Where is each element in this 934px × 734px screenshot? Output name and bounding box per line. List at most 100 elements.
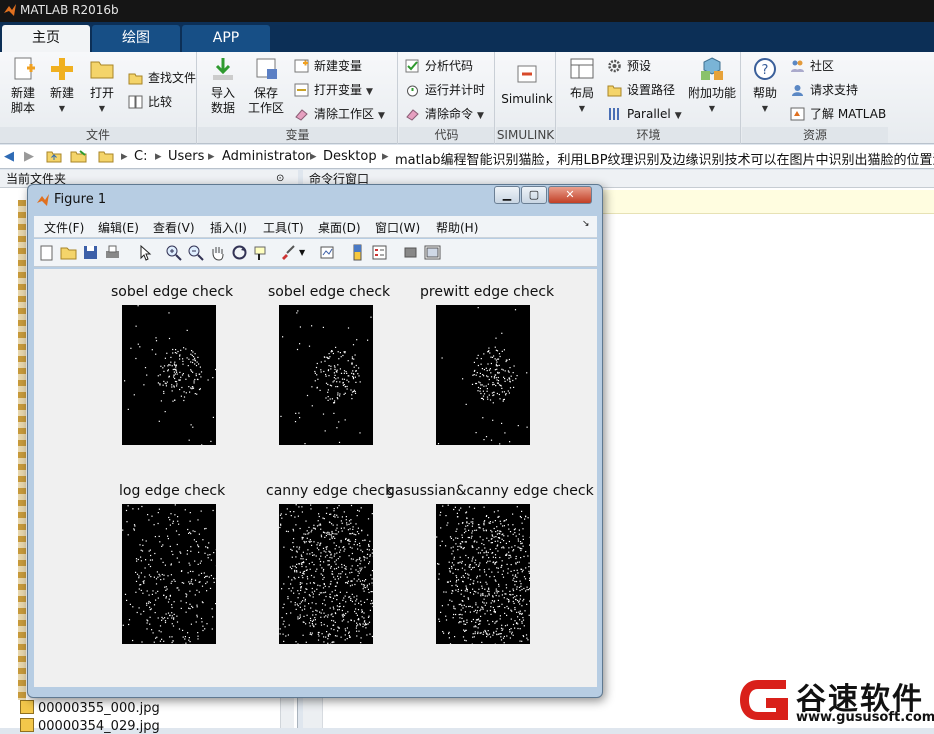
edge-pixel	[496, 365, 497, 366]
edge-pixel	[128, 409, 129, 410]
close-button[interactable]: ✕	[548, 186, 592, 204]
show-plot-tools-icon[interactable]	[424, 244, 441, 261]
tab-home[interactable]: 主页	[2, 25, 90, 52]
zoom-in-icon[interactable]	[165, 244, 182, 261]
simulink-button[interactable]: Simulink	[500, 62, 554, 107]
edge-pixel	[163, 371, 164, 372]
edge-pixel	[317, 548, 318, 549]
up-folder-icon[interactable]	[46, 149, 62, 167]
edge-pixel	[189, 440, 190, 441]
edge-pixel	[462, 581, 463, 582]
add-ons-button[interactable]: 附加功能▼	[687, 56, 737, 116]
new-figure-icon[interactable]	[38, 244, 55, 261]
edge-pixel	[525, 567, 526, 568]
menu-insert[interactable]: 插入(I)	[210, 219, 247, 236]
edge-pixel	[372, 606, 373, 607]
group-label: 变量	[198, 127, 397, 143]
list-item[interactable]: 00000354_029.jpg	[20, 718, 160, 734]
help-button[interactable]: ? 帮助▼	[742, 56, 788, 116]
menu-window[interactable]: 窗口(W)	[375, 219, 420, 236]
pan-hand-icon[interactable]	[209, 244, 226, 261]
breadcrumb-administrator[interactable]: Administrator	[222, 149, 311, 164]
edge-pixel	[150, 617, 151, 618]
edge-pixel	[334, 561, 335, 562]
list-item[interactable]: 00000355_000.jpg	[20, 700, 160, 716]
open-variable-button[interactable]: 打开变量▼	[294, 80, 373, 100]
parallel-button[interactable]: Parallel▼	[607, 104, 682, 124]
forward-arrow-icon[interactable]: ▶	[24, 149, 34, 164]
zoom-out-icon[interactable]	[187, 244, 204, 261]
edge-pixel	[478, 524, 479, 525]
menu-view[interactable]: 查看(V)	[153, 219, 195, 236]
edge-pixel	[332, 591, 333, 592]
edge-pixel	[350, 581, 351, 582]
community-button[interactable]: 社区	[790, 56, 834, 76]
breadcrumb-users[interactable]: Users	[168, 149, 204, 164]
layout-button[interactable]: 布局▼	[559, 56, 605, 116]
new-variable-button[interactable]: 新建变量	[294, 56, 362, 76]
menu-edit[interactable]: 编辑(E)	[98, 219, 139, 236]
browse-folder-icon[interactable]	[70, 149, 88, 167]
open-button[interactable]: 打开▼	[79, 56, 125, 116]
preferences-button[interactable]: 预设	[607, 56, 651, 76]
menu-file[interactable]: 文件(F)	[44, 219, 84, 236]
edge-pixel	[356, 623, 357, 624]
edge-pixel	[325, 604, 326, 605]
edge-pixel	[503, 369, 504, 370]
edge-pixel	[211, 575, 212, 576]
tab-apps[interactable]: APP	[182, 25, 270, 52]
edge-pixel	[302, 575, 303, 576]
edge-pixel	[295, 413, 296, 414]
back-arrow-icon[interactable]: ◀	[4, 149, 14, 164]
edge-pixel	[166, 528, 167, 529]
request-support-button[interactable]: 请求支持	[790, 80, 858, 100]
figure-window[interactable]: Figure 1 ▁ ▢ ✕ 文件(F) 编辑(E) 查看(V) 插入(I) 工…	[27, 184, 603, 698]
edge-pixel	[515, 558, 516, 559]
print-icon[interactable]	[104, 244, 121, 261]
edge-pixel	[300, 326, 301, 327]
edge-pixel	[471, 521, 472, 522]
run-and-time-button[interactable]: 运行并计时	[405, 80, 485, 100]
edge-pixel	[453, 539, 454, 540]
link-plot-icon[interactable]	[319, 244, 336, 261]
breadcrumb-drive[interactable]: C:	[134, 149, 147, 164]
clear-commands-button[interactable]: 清除命令▼	[405, 104, 484, 124]
breadcrumb-project-folder[interactable]: matlab编程智能识别猫脸，利用LBP纹理识别及边缘识别技术可以在图片中识别出…	[395, 149, 934, 168]
learn-matlab-button[interactable]: 了解 MATLAB	[790, 104, 886, 124]
pointer-icon[interactable]	[136, 244, 153, 261]
import-data-button[interactable]: 导入 数据	[200, 56, 246, 116]
edge-pixel	[498, 586, 499, 587]
tab-plots[interactable]: 绘图	[92, 25, 180, 52]
find-files-button[interactable]: 查找文件	[128, 68, 196, 88]
edge-pixel	[524, 519, 525, 520]
edge-pixel	[316, 555, 317, 556]
edge-pixel	[172, 401, 173, 402]
analyze-code-button[interactable]: 分析代码	[405, 56, 473, 76]
edge-pixel	[175, 366, 176, 367]
hide-plot-tools-icon[interactable]	[402, 244, 419, 261]
rotate-3d-icon[interactable]	[231, 244, 248, 261]
minimize-button[interactable]: ▁	[494, 186, 520, 204]
legend-icon[interactable]	[371, 244, 388, 261]
edge-pixel	[178, 524, 179, 525]
brush-icon[interactable]	[279, 244, 296, 261]
colorbar-icon[interactable]	[349, 244, 366, 261]
edge-pixel	[365, 587, 366, 588]
open-file-icon[interactable]	[60, 244, 77, 261]
menu-tools[interactable]: 工具(T)	[263, 219, 304, 236]
menu-help[interactable]: 帮助(H)	[436, 219, 478, 236]
data-cursor-icon[interactable]	[253, 244, 270, 261]
breadcrumb-desktop[interactable]: Desktop	[323, 149, 377, 164]
save-icon[interactable]	[82, 244, 99, 261]
brush-dropdown-icon[interactable]: ▼	[299, 244, 316, 261]
save-workspace-button[interactable]: 保存 工作区	[243, 56, 289, 116]
menu-dock-arrow-icon[interactable]: ↘	[582, 219, 590, 229]
edge-pixel	[358, 533, 359, 534]
set-path-button[interactable]: 设置路径	[607, 80, 675, 100]
maximize-button[interactable]: ▢	[521, 186, 547, 204]
compare-button[interactable]: 比较	[128, 92, 172, 112]
edge-pixel	[487, 397, 488, 398]
edge-pixel	[514, 570, 515, 571]
menu-desktop[interactable]: 桌面(D)	[318, 219, 361, 236]
clear-workspace-button[interactable]: 清除工作区▼	[294, 104, 385, 124]
